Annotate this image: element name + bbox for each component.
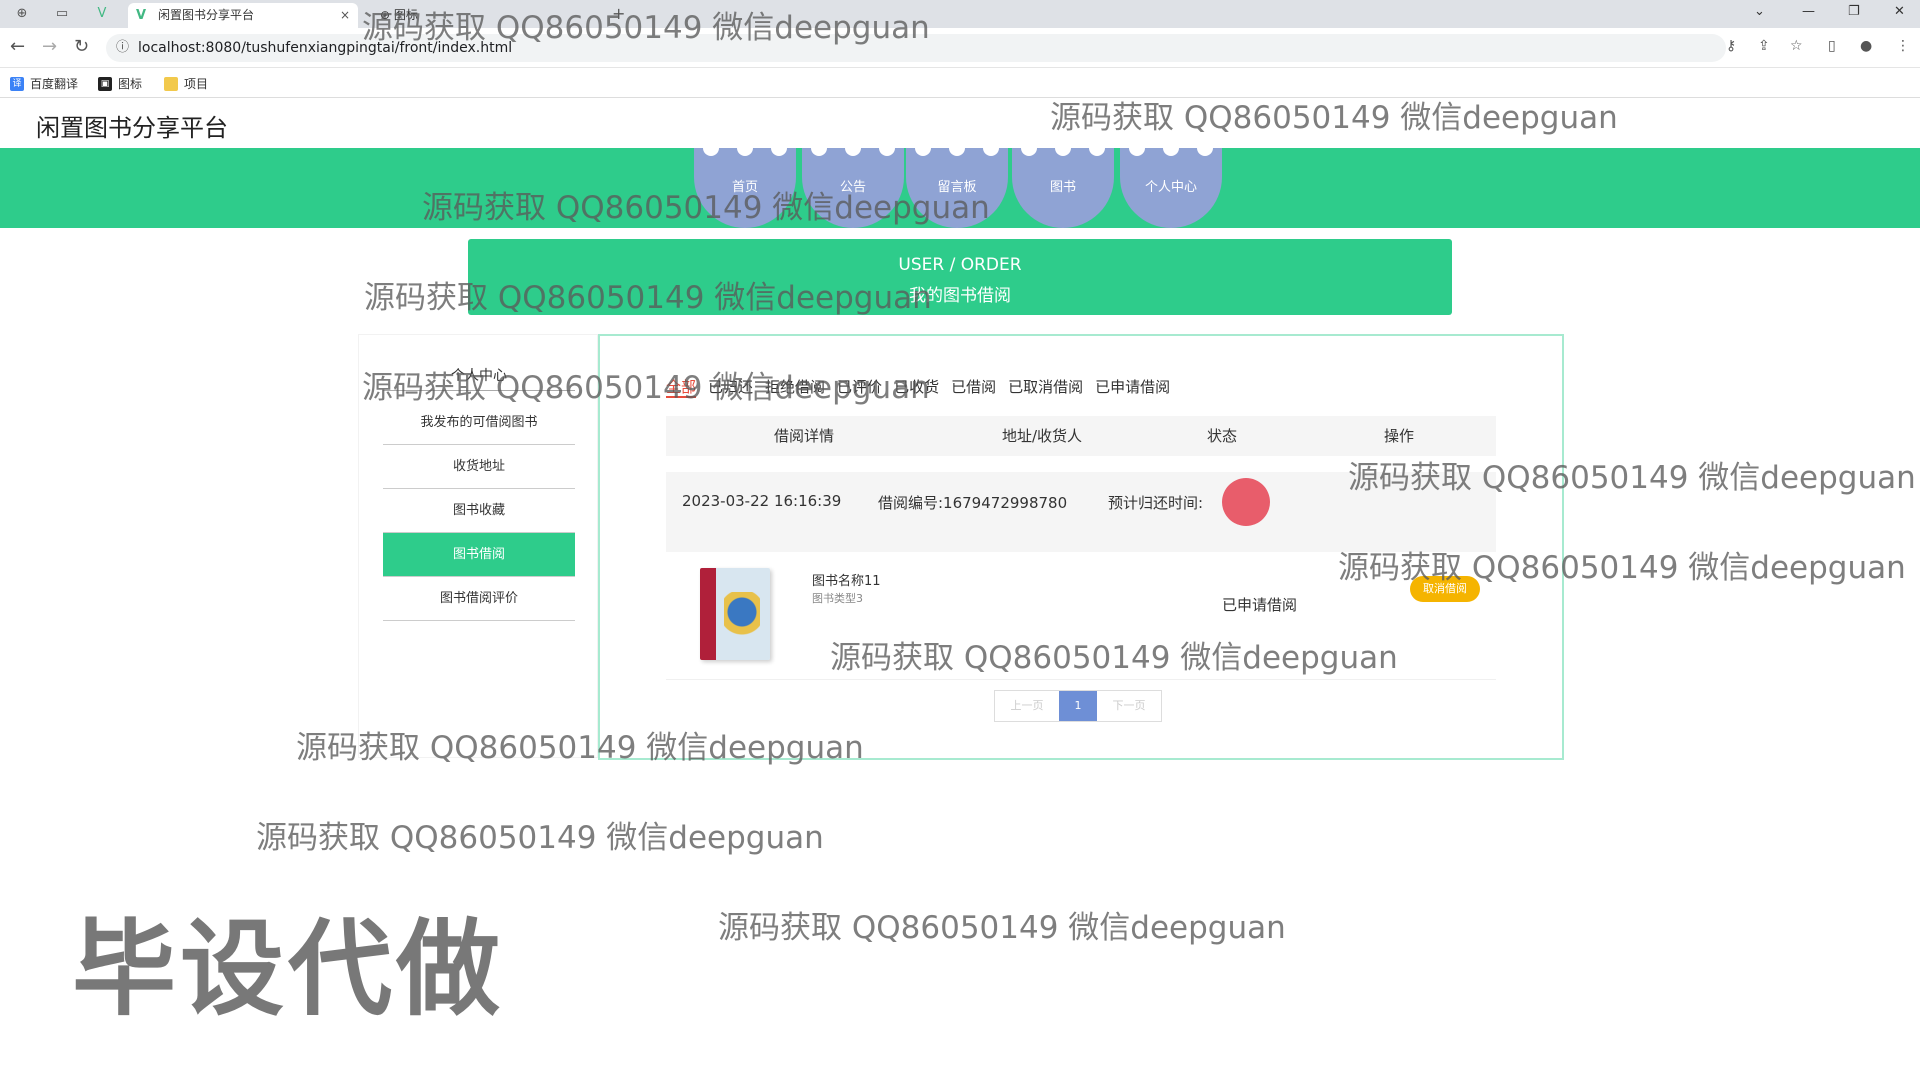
pagination: 上一页 1 下一页	[994, 690, 1162, 722]
watermark: 源码获取 QQ86050149 微信deepguan	[362, 10, 930, 46]
back-icon[interactable]: ←	[10, 37, 25, 57]
page-number-button[interactable]: 1	[1059, 691, 1097, 721]
bookmark-label: 图标	[118, 77, 143, 91]
watermark: 源码获取 QQ86050149 微信deepguan	[422, 190, 990, 226]
profile-icon[interactable]: ●	[1860, 38, 1872, 54]
sidebar-item-favorites[interactable]: 图书收藏	[383, 489, 575, 533]
order-date: 2023-03-22 16:16:39	[682, 492, 842, 510]
bookmark-label: 项目	[184, 77, 209, 91]
watermark: 源码获取 QQ86050149 微信deepguan	[296, 730, 864, 766]
sidebar-item-reviews[interactable]: 图书借阅评价	[383, 577, 575, 621]
watermark: 源码获取 QQ86050149 微信deepguan	[718, 910, 1286, 946]
forward-icon[interactable]: →	[42, 37, 57, 57]
tab-active[interactable]: V 闲置图书分享平台 ×	[128, 3, 358, 28]
reload-icon[interactable]: ↻	[74, 37, 89, 57]
order-number: 借阅编号:1679472998780	[878, 494, 1068, 512]
book-cover-image[interactable]	[700, 568, 770, 660]
nav-item-label: 图书	[1049, 180, 1076, 195]
big-watermark: 毕设代做	[72, 908, 505, 1030]
next-page-button[interactable]: 下一页	[1097, 691, 1161, 721]
tab-placeholder-icon[interactable]: ▭	[52, 4, 72, 24]
key-icon[interactable]: ⚷	[1726, 38, 1736, 54]
book-type: 图书类型3	[812, 592, 863, 605]
address-bar-row: ← → ↻ ⓘ localhost:8080/tushufenxiangping…	[0, 28, 1920, 68]
more-menu-icon[interactable]: ⋮	[1896, 38, 1910, 54]
watermark: 源码获取 QQ86050149 微信deepguan	[1338, 550, 1906, 586]
minimize-icon[interactable]: —	[1802, 4, 1815, 19]
browser-menu-icon[interactable]: ⊕	[12, 4, 32, 24]
nav-scallop	[1120, 140, 1222, 156]
watermark: 源码获取 QQ86050149 微信deepguan	[1050, 100, 1618, 136]
click-indicator	[1222, 478, 1270, 526]
tab-borrowed[interactable]: 已借阅	[951, 378, 996, 396]
bookmark-projects[interactable]: 项目	[164, 75, 208, 92]
site-title: 闲置图书分享平台	[36, 114, 228, 142]
book-name[interactable]: 图书名称11	[812, 570, 881, 589]
tab-search-icon[interactable]: ⌄	[1754, 4, 1765, 19]
bookmark-translate[interactable]: 译 百度翻译	[10, 75, 78, 92]
bookmark-star-icon[interactable]: ☆	[1790, 38, 1803, 54]
translate-icon: 译	[10, 76, 24, 91]
book-cover-art	[724, 592, 760, 642]
vue-favicon-icon: V	[136, 8, 147, 23]
nav-item-label: 个人中心	[1144, 180, 1197, 195]
order-return-time: 预计归还时间:	[1108, 494, 1204, 512]
tab-close-icon[interactable]: ×	[340, 3, 350, 28]
table-header: 借阅详情 地址/收货人 状态 操作	[666, 416, 1496, 456]
share-icon[interactable]: ⇪	[1758, 38, 1770, 54]
nav-scallop	[694, 140, 796, 156]
col-detail: 借阅详情	[773, 427, 834, 445]
bookmark-icons[interactable]: ▣ 图标	[98, 75, 142, 92]
vue-icon[interactable]: V	[92, 4, 112, 24]
nav-scallop	[802, 140, 904, 156]
watermark: 源码获取 QQ86050149 微信deepguan	[830, 640, 1398, 676]
nav-scallop	[906, 140, 1008, 156]
tab-title: 闲置图书分享平台	[158, 8, 255, 22]
sidebar-item-my-books[interactable]: 我发布的可借阅图书	[383, 401, 575, 445]
tab-cancelled[interactable]: 已取消借阅	[1008, 378, 1083, 396]
browser-tab-bar: ⊕ ▭ V V 闲置图书分享平台 × ⊕ 图标 + ⌄ — ❐ ✕	[0, 0, 1920, 28]
watermark: 源码获取 QQ86050149 微信deepguan	[364, 280, 932, 316]
prev-page-button[interactable]: 上一页	[995, 691, 1059, 721]
folder-icon	[164, 76, 178, 91]
col-status: 状态	[1206, 427, 1237, 445]
watermark: 源码获取 QQ86050149 微信deepguan	[256, 820, 824, 856]
bookmarks-bar: 译 百度翻译 ▣ 图标 项目	[0, 68, 1920, 98]
watermark: 源码获取 QQ86050149 微信deepguan	[1348, 460, 1916, 496]
close-window-icon[interactable]: ✕	[1894, 4, 1905, 19]
sidebar-item-address[interactable]: 收货地址	[383, 445, 575, 489]
watermark: 源码获取 QQ86050149 微信deepguan	[362, 370, 930, 406]
sidebar-item-borrowing[interactable]: 图书借阅	[383, 533, 575, 577]
site-info-icon[interactable]: ⓘ	[116, 34, 129, 62]
sidepanel-icon[interactable]: ▯	[1828, 38, 1836, 54]
col-action: 操作	[1383, 427, 1414, 445]
bookmark-label: 百度翻译	[30, 77, 79, 91]
nav-scallop	[1012, 140, 1114, 156]
col-address: 地址/收货人	[1001, 427, 1083, 445]
order-status: 已申请借阅	[1222, 596, 1298, 614]
tab-applied[interactable]: 已申请借阅	[1095, 378, 1170, 396]
restore-icon[interactable]: ❐	[1848, 4, 1860, 19]
image-icon: ▣	[98, 76, 112, 91]
